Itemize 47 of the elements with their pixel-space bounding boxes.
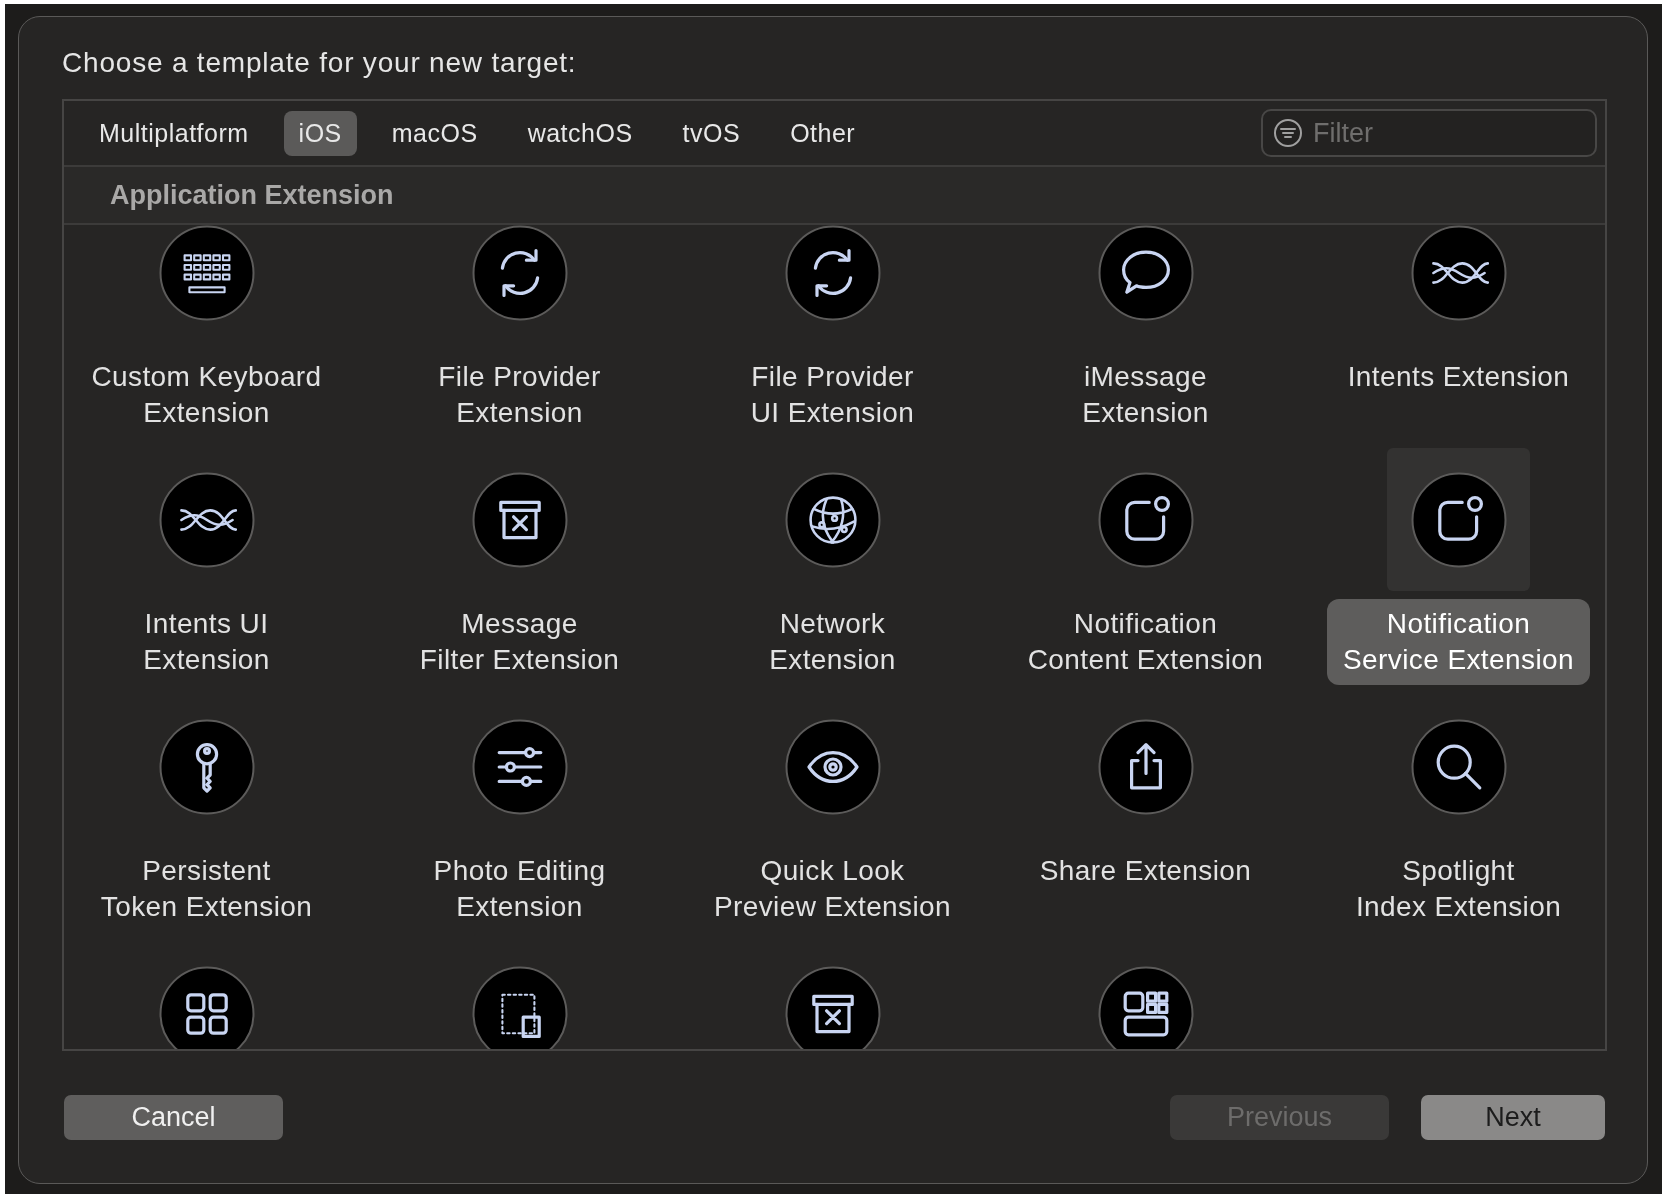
grid-icon[interactable] [158, 965, 255, 1049]
waves-icon[interactable] [158, 471, 255, 568]
template-label[interactable]: Notification Content Extension [1011, 599, 1280, 685]
platform-tab[interactable]: iOS [283, 110, 357, 156]
waves-icon[interactable] [1410, 225, 1507, 321]
dialog-button[interactable]: Cancel [64, 1095, 283, 1140]
template-label[interactable]: Quick Look Preview Extension [697, 846, 968, 932]
platform-tab[interactable]: macOS [376, 110, 493, 156]
filter-input[interactable]: Filter [1311, 116, 1585, 150]
sync-arrows-icon[interactable] [471, 225, 568, 321]
section-title: Application Extension [110, 179, 394, 211]
filter-field[interactable]: Filter [1261, 109, 1597, 157]
sliders-icon[interactable] [471, 718, 568, 815]
template-label[interactable]: Intents Extension [1331, 352, 1586, 402]
template-label[interactable]: Message Filter Extension [403, 599, 636, 685]
template-label[interactable]: File Provider UI Extension [734, 352, 931, 438]
sync-arrows-icon[interactable] [784, 225, 881, 321]
archive-box-icon[interactable] [471, 471, 568, 568]
platform-tab[interactable]: watchOS [512, 110, 648, 156]
widgets-icon[interactable] [1097, 965, 1194, 1049]
template-label[interactable]: Intents UI Extension [127, 599, 286, 685]
notification-badge-icon[interactable] [1097, 471, 1194, 568]
template-label[interactable]: Custom Keyboard Extension [75, 352, 338, 438]
template-label[interactable]: Spotlight Index Extension [1339, 846, 1578, 932]
keyboard-icon[interactable] [158, 225, 255, 321]
platform-tab[interactable]: Other [775, 110, 871, 156]
search-icon[interactable] [1410, 718, 1507, 815]
platform-tab[interactable]: tvOS [667, 110, 756, 156]
template-label[interactable]: Share Extension [1023, 846, 1268, 896]
template-label[interactable]: iMessage Extension [1066, 352, 1225, 438]
filter-icon [1273, 118, 1303, 148]
key-icon[interactable] [158, 718, 255, 815]
dialog-title: Choose a template for your new target: [62, 47, 578, 79]
share-icon[interactable] [1097, 718, 1194, 815]
notification-badge-icon[interactable] [1410, 471, 1507, 568]
globe-icon[interactable] [784, 471, 881, 568]
template-label[interactable]: Photo Editing Extension [417, 846, 622, 932]
platform-tab[interactable]: Multiplatform [84, 110, 264, 156]
template-label[interactable]: File Provider Extension [422, 352, 617, 438]
dotted-frame-icon[interactable] [471, 965, 568, 1049]
eye-icon[interactable] [784, 718, 881, 815]
default-button[interactable]: Next [1421, 1095, 1605, 1140]
template-label[interactable]: Notification Service Extension [1327, 599, 1590, 685]
template-label[interactable]: Persistent Token Extension [84, 846, 329, 932]
template-label[interactable]: Network Extension [753, 599, 912, 685]
speech-bubble-icon[interactable] [1097, 225, 1194, 321]
archive-box-icon[interactable] [784, 965, 881, 1049]
